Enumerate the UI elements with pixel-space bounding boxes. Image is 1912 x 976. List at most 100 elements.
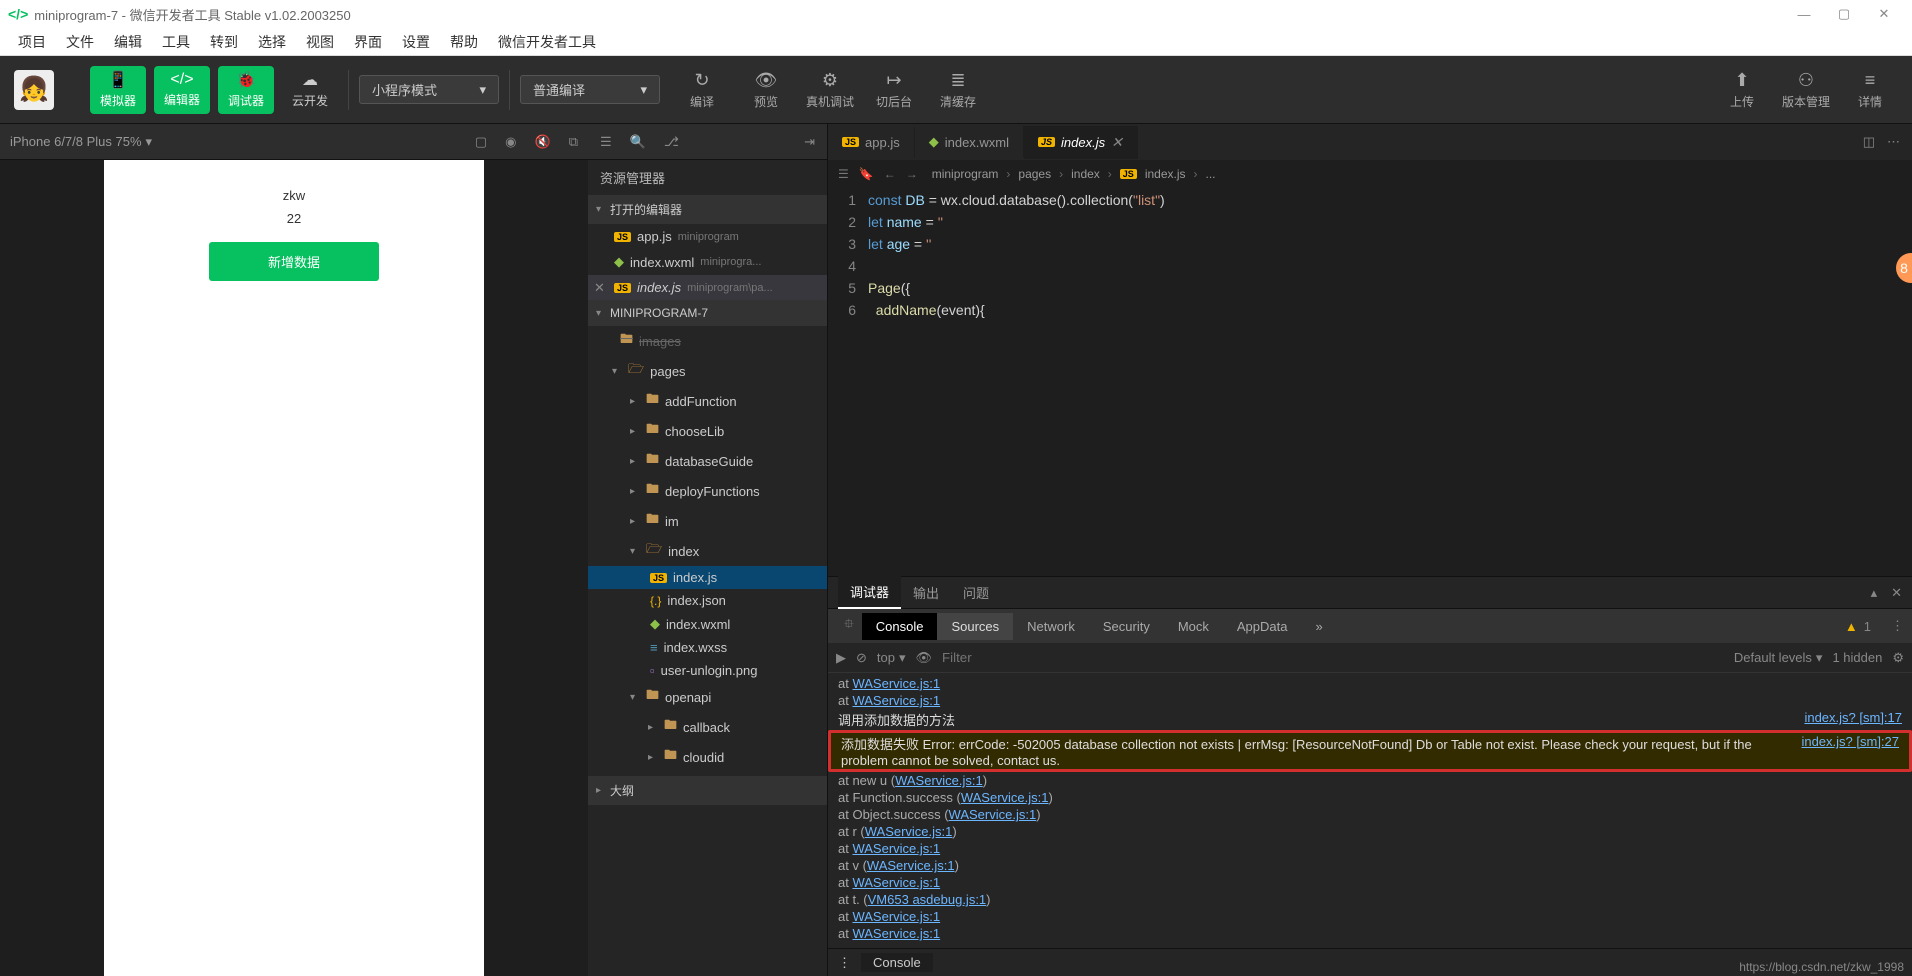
open-editors-section[interactable]: ▾打开的编辑器 bbox=[588, 195, 827, 224]
tab-appjs[interactable]: JSapp.js bbox=[828, 127, 915, 158]
inspect-icon[interactable]: ⯐ bbox=[836, 615, 862, 637]
source-link[interactable]: index.js? [sm]:17 bbox=[1804, 710, 1902, 725]
tree-file-indexjson[interactable]: {.}index.json bbox=[588, 589, 827, 612]
more-tabs[interactable]: » bbox=[1301, 613, 1336, 640]
sources-tab[interactable]: Sources bbox=[937, 613, 1013, 640]
eye-icon[interactable]: 👁 bbox=[916, 650, 933, 666]
device-frame-icon[interactable]: ▢ bbox=[475, 134, 487, 150]
list-icon[interactable]: ☰ bbox=[838, 167, 849, 181]
play-icon[interactable]: ▶ bbox=[836, 650, 846, 666]
menu-view[interactable]: 视图 bbox=[296, 32, 344, 52]
tree-file-indexwxss[interactable]: ≡index.wxss bbox=[588, 636, 827, 659]
filter-input[interactable] bbox=[942, 650, 1062, 665]
remote-debug-button[interactable]: ⚙真机调试 bbox=[798, 70, 862, 110]
compile-dropdown[interactable]: 普通编译▾ bbox=[520, 75, 660, 104]
search-icon[interactable]: 🔍 bbox=[630, 134, 646, 150]
minimize-button[interactable]: — bbox=[1784, 7, 1824, 22]
popout-icon[interactable]: ⧉ bbox=[569, 134, 578, 150]
debugger-button[interactable]: 🐞调试器 bbox=[218, 66, 274, 114]
mute-icon[interactable]: 🔇 bbox=[535, 134, 551, 150]
forward-icon[interactable]: → bbox=[906, 167, 918, 181]
crumb[interactable]: index bbox=[1071, 167, 1100, 181]
trace-link[interactable]: WAService.js:1 bbox=[852, 875, 940, 890]
add-data-button[interactable]: 新增数据 bbox=[209, 242, 379, 281]
project-section[interactable]: ▾MINIPROGRAM-7 bbox=[588, 300, 827, 326]
tab-indexwxml[interactable]: ◆index.wxml bbox=[915, 126, 1024, 158]
tab-problems[interactable]: 问题 bbox=[951, 577, 1001, 608]
tree-folder[interactable]: ▸🖿im bbox=[588, 506, 827, 536]
record-icon[interactable]: ◉ bbox=[505, 134, 516, 150]
tree-folder[interactable]: ▸🖿callback bbox=[588, 712, 827, 742]
network-tab[interactable]: Network bbox=[1013, 613, 1089, 640]
compile-button[interactable]: ↻编译 bbox=[670, 70, 734, 110]
simulator-button[interactable]: 📱模拟器 bbox=[90, 66, 146, 114]
tree-folder[interactable]: ▸🖿deployFunctions bbox=[588, 476, 827, 506]
crumb[interactable]: ... bbox=[1206, 167, 1216, 181]
close-icon[interactable]: ✕ bbox=[1891, 585, 1902, 601]
more-icon[interactable]: ⋮ bbox=[1891, 618, 1904, 634]
gear-icon[interactable]: ⚙ bbox=[1892, 650, 1904, 666]
tree-folder[interactable]: ▸🖿addFunction bbox=[588, 386, 827, 416]
git-icon[interactable]: ⎇ bbox=[664, 134, 679, 150]
tab-indexjs[interactable]: JSindex.js✕ bbox=[1024, 126, 1138, 159]
close-button[interactable]: ✕ bbox=[1864, 6, 1904, 22]
tree-index-folder[interactable]: ▾🗁index bbox=[588, 536, 827, 566]
close-icon[interactable]: ✕ bbox=[1111, 134, 1123, 151]
tree-pages[interactable]: ▾🗁pages bbox=[588, 356, 827, 386]
menu-wechat-devtools[interactable]: 微信开发者工具 bbox=[488, 32, 606, 52]
bookmark-icon[interactable]: 🔖 bbox=[859, 167, 874, 181]
menu-goto[interactable]: 转到 bbox=[200, 32, 248, 52]
crumb[interactable]: pages bbox=[1018, 167, 1051, 181]
menu-interface[interactable]: 界面 bbox=[344, 32, 392, 52]
tab-output[interactable]: 输出 bbox=[901, 577, 951, 608]
more-icon[interactable]: ⋮ bbox=[838, 955, 851, 971]
version-button[interactable]: ⚇版本管理 bbox=[1774, 70, 1838, 110]
avatar[interactable]: 👧 bbox=[14, 70, 54, 110]
open-file-indexwxml[interactable]: ◆index.wxml miniprogra... bbox=[588, 249, 827, 275]
source-link[interactable]: index.js? [sm]:27 bbox=[1801, 734, 1899, 749]
tree-file-indexjs[interactable]: JSindex.js bbox=[588, 566, 827, 589]
trace-link[interactable]: WAService.js:1 bbox=[852, 926, 940, 941]
tab-debugger[interactable]: 调试器 bbox=[838, 576, 901, 609]
trace-link[interactable]: WAService.js:1 bbox=[895, 773, 983, 788]
tree-folder[interactable]: ▸🖿chooseLib bbox=[588, 416, 827, 446]
menu-project[interactable]: 项目 bbox=[8, 32, 56, 52]
background-button[interactable]: ↦切后台 bbox=[862, 70, 926, 110]
context-dropdown[interactable]: top▾ bbox=[877, 650, 906, 666]
menu-help[interactable]: 帮助 bbox=[440, 32, 488, 52]
crumb[interactable]: index.js bbox=[1145, 167, 1186, 181]
cloud-dev-button[interactable]: ☁云开发 bbox=[282, 66, 338, 114]
upload-button[interactable]: ⬆上传 bbox=[1710, 70, 1774, 110]
crumb[interactable]: miniprogram bbox=[932, 167, 999, 181]
split-icon[interactable]: ◫ bbox=[1863, 134, 1875, 150]
menu-select[interactable]: 选择 bbox=[248, 32, 296, 52]
device-dropdown[interactable]: iPhone 6/7/8 Plus 75%▾ bbox=[10, 134, 152, 150]
back-icon[interactable]: ← bbox=[884, 167, 896, 181]
preview-button[interactable]: 👁预览 bbox=[734, 70, 798, 110]
editor-button[interactable]: </>编辑器 bbox=[154, 66, 210, 114]
appdata-tab[interactable]: AppData bbox=[1223, 613, 1302, 640]
menu-edit[interactable]: 编辑 bbox=[104, 32, 152, 52]
tree-file-indexwxml[interactable]: ◆index.wxml bbox=[588, 612, 827, 636]
menu-file[interactable]: 文件 bbox=[56, 32, 104, 52]
code-content[interactable]: const DB = wx.cloud.database().collectio… bbox=[868, 188, 1165, 576]
outline-section[interactable]: ▸大纲 bbox=[588, 776, 827, 805]
open-file-indexjs[interactable]: ✕JSindex.js miniprogram\pa... bbox=[588, 275, 827, 300]
mock-tab[interactable]: Mock bbox=[1164, 613, 1223, 640]
clear-cache-button[interactable]: ≣清缓存 bbox=[926, 70, 990, 110]
code-editor[interactable]: 123456 const DB = wx.cloud.database().co… bbox=[828, 188, 1912, 576]
panel-toggle-icon[interactable]: ⇥ bbox=[804, 134, 815, 150]
security-tab[interactable]: Security bbox=[1089, 613, 1164, 640]
trace-link[interactable]: WAService.js:1 bbox=[852, 909, 940, 924]
close-icon[interactable]: ✕ bbox=[594, 280, 605, 296]
list-icon[interactable]: ☰ bbox=[600, 134, 612, 150]
trace-link[interactable]: WAService.js:1 bbox=[867, 858, 955, 873]
trace-link[interactable]: WAService.js:1 bbox=[852, 676, 940, 691]
mode-dropdown[interactable]: 小程序模式▾ bbox=[359, 75, 499, 104]
open-file-appjs[interactable]: JSapp.js miniprogram bbox=[588, 224, 827, 249]
tree-file-png[interactable]: ▫user-unlogin.png bbox=[588, 659, 827, 682]
trace-link[interactable]: WAService.js:1 bbox=[865, 824, 953, 839]
tree-images[interactable]: 🖿images bbox=[588, 326, 827, 356]
more-icon[interactable]: ⋯ bbox=[1887, 134, 1900, 150]
menu-tools[interactable]: 工具 bbox=[152, 32, 200, 52]
